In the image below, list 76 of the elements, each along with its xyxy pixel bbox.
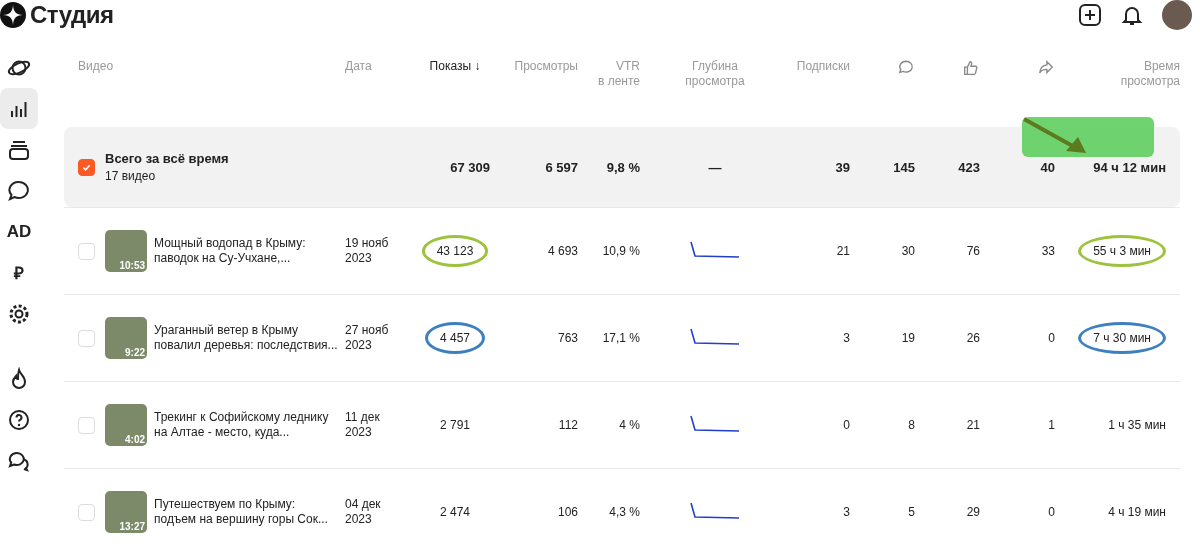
watch-time-value: 7 ч 30 мин	[1078, 322, 1166, 354]
shares-value: 0	[1048, 505, 1055, 519]
column-header[interactable]: Подписки	[790, 59, 850, 74]
watch-time-value: 94 ч 12 мин	[1093, 159, 1166, 175]
watch-time-value: 4 ч 19 мин	[1108, 505, 1166, 519]
duration-label: 13:27	[119, 521, 145, 532]
subscriptions-value: 39	[835, 159, 850, 175]
video-title[interactable]: Трекинг к Софийскому леднику на Алтае - место, куда...	[154, 410, 340, 440]
thumbs-up-icon[interactable]	[962, 59, 980, 77]
likes-value: 76	[966, 244, 980, 258]
sidebar-item[interactable]: AD	[0, 211, 38, 252]
subscriptions-value: 3	[843, 331, 850, 345]
comments-value: 5	[908, 505, 915, 519]
impressions-value: 2 791	[440, 418, 470, 432]
publish-date: 11 дек 2023	[344, 410, 381, 440]
watch-time-value: 55 ч 3 мин	[1078, 235, 1166, 267]
depth-value: —	[708, 159, 722, 175]
column-header[interactable]: Дата	[340, 59, 420, 74]
likes-value: 21	[966, 418, 980, 432]
video-thumbnail[interactable]: 9:22	[105, 317, 147, 359]
publish-date: 04 дек 2023	[344, 497, 382, 527]
video-count: 17 видео	[105, 169, 157, 183]
impressions-value: 67 309	[450, 159, 490, 175]
publish-date: 27 нояб 2023	[344, 323, 390, 353]
likes-value: 423	[958, 159, 980, 175]
share-arrow-icon[interactable]	[1037, 59, 1055, 77]
bar-chart-icon[interactable]	[0, 88, 38, 129]
comments-value: 30	[901, 244, 915, 258]
sidebar-item[interactable]: ₽	[0, 252, 38, 293]
duration-label: 9:22	[125, 347, 145, 358]
impressions-value: 2 474	[440, 505, 470, 519]
views-value: 763	[557, 331, 578, 345]
comments-value: 8	[908, 418, 915, 432]
impressions-value: 4 457	[425, 322, 485, 354]
video-title[interactable]: Путешествуем по Крыму: подъем на вершину горы Сок...	[154, 497, 340, 527]
views-value: 4 693	[547, 244, 578, 258]
subscriptions-value: 21	[836, 244, 850, 258]
video-thumbnail[interactable]: 4:02	[105, 404, 147, 446]
comments-value: 145	[893, 159, 915, 175]
video-title[interactable]: Ураганный ветер в Крыму повалил деревья: последствия...	[154, 323, 340, 353]
comments-value: 19	[901, 331, 915, 345]
views-value: 6 597	[545, 159, 578, 175]
column-header[interactable]: Показы ↓	[420, 59, 490, 74]
likes-value: 29	[966, 505, 980, 519]
impressions-value: 43 123	[421, 235, 489, 267]
duration-label: 4:02	[125, 434, 145, 445]
views-value: 112	[558, 418, 578, 432]
subscriptions-value: 3	[843, 505, 850, 519]
video-thumbnail[interactable]: 10:53	[105, 230, 147, 272]
vtr-value: 17,1 %	[602, 331, 640, 345]
vtr-value: 4 %	[619, 418, 640, 432]
avatar[interactable]	[1162, 0, 1192, 30]
shares-value: 40	[1040, 159, 1055, 175]
vtr-value: 9,8 %	[606, 159, 640, 175]
duration-label: 10:53	[119, 260, 145, 271]
add-icon[interactable]	[1078, 3, 1102, 27]
column-header[interactable]: Видео	[64, 59, 340, 74]
shares-value: 0	[1048, 331, 1055, 345]
total-title: Всего за всё время	[105, 151, 229, 166]
shares-value: 1	[1048, 418, 1055, 432]
publish-date: 19 нояб 2023	[344, 236, 390, 266]
app-title: Студия	[30, 1, 114, 29]
video-thumbnail[interactable]: 13:27	[105, 491, 147, 533]
video-title[interactable]: Мощный водопад в Крыму: паводок на Су-Учхане,...	[154, 236, 340, 266]
shares-value: 33	[1041, 244, 1055, 258]
subscriptions-value: 0	[843, 418, 850, 432]
column-header[interactable]: Просмотры	[490, 59, 578, 74]
vtr-value: 4,3 %	[609, 505, 640, 519]
column-header[interactable]: Глубина просмотра	[640, 59, 790, 89]
column-header[interactable]: VTR в ленте	[578, 59, 640, 89]
vtr-value: 10,9 %	[602, 244, 640, 258]
views-value: 106	[557, 505, 578, 519]
watch-time-value: 1 ч 35 мин	[1108, 418, 1166, 432]
column-header[interactable]: Время просмотра	[1055, 59, 1180, 89]
checkbox[interactable]	[78, 158, 95, 176]
likes-value: 26	[966, 331, 980, 345]
